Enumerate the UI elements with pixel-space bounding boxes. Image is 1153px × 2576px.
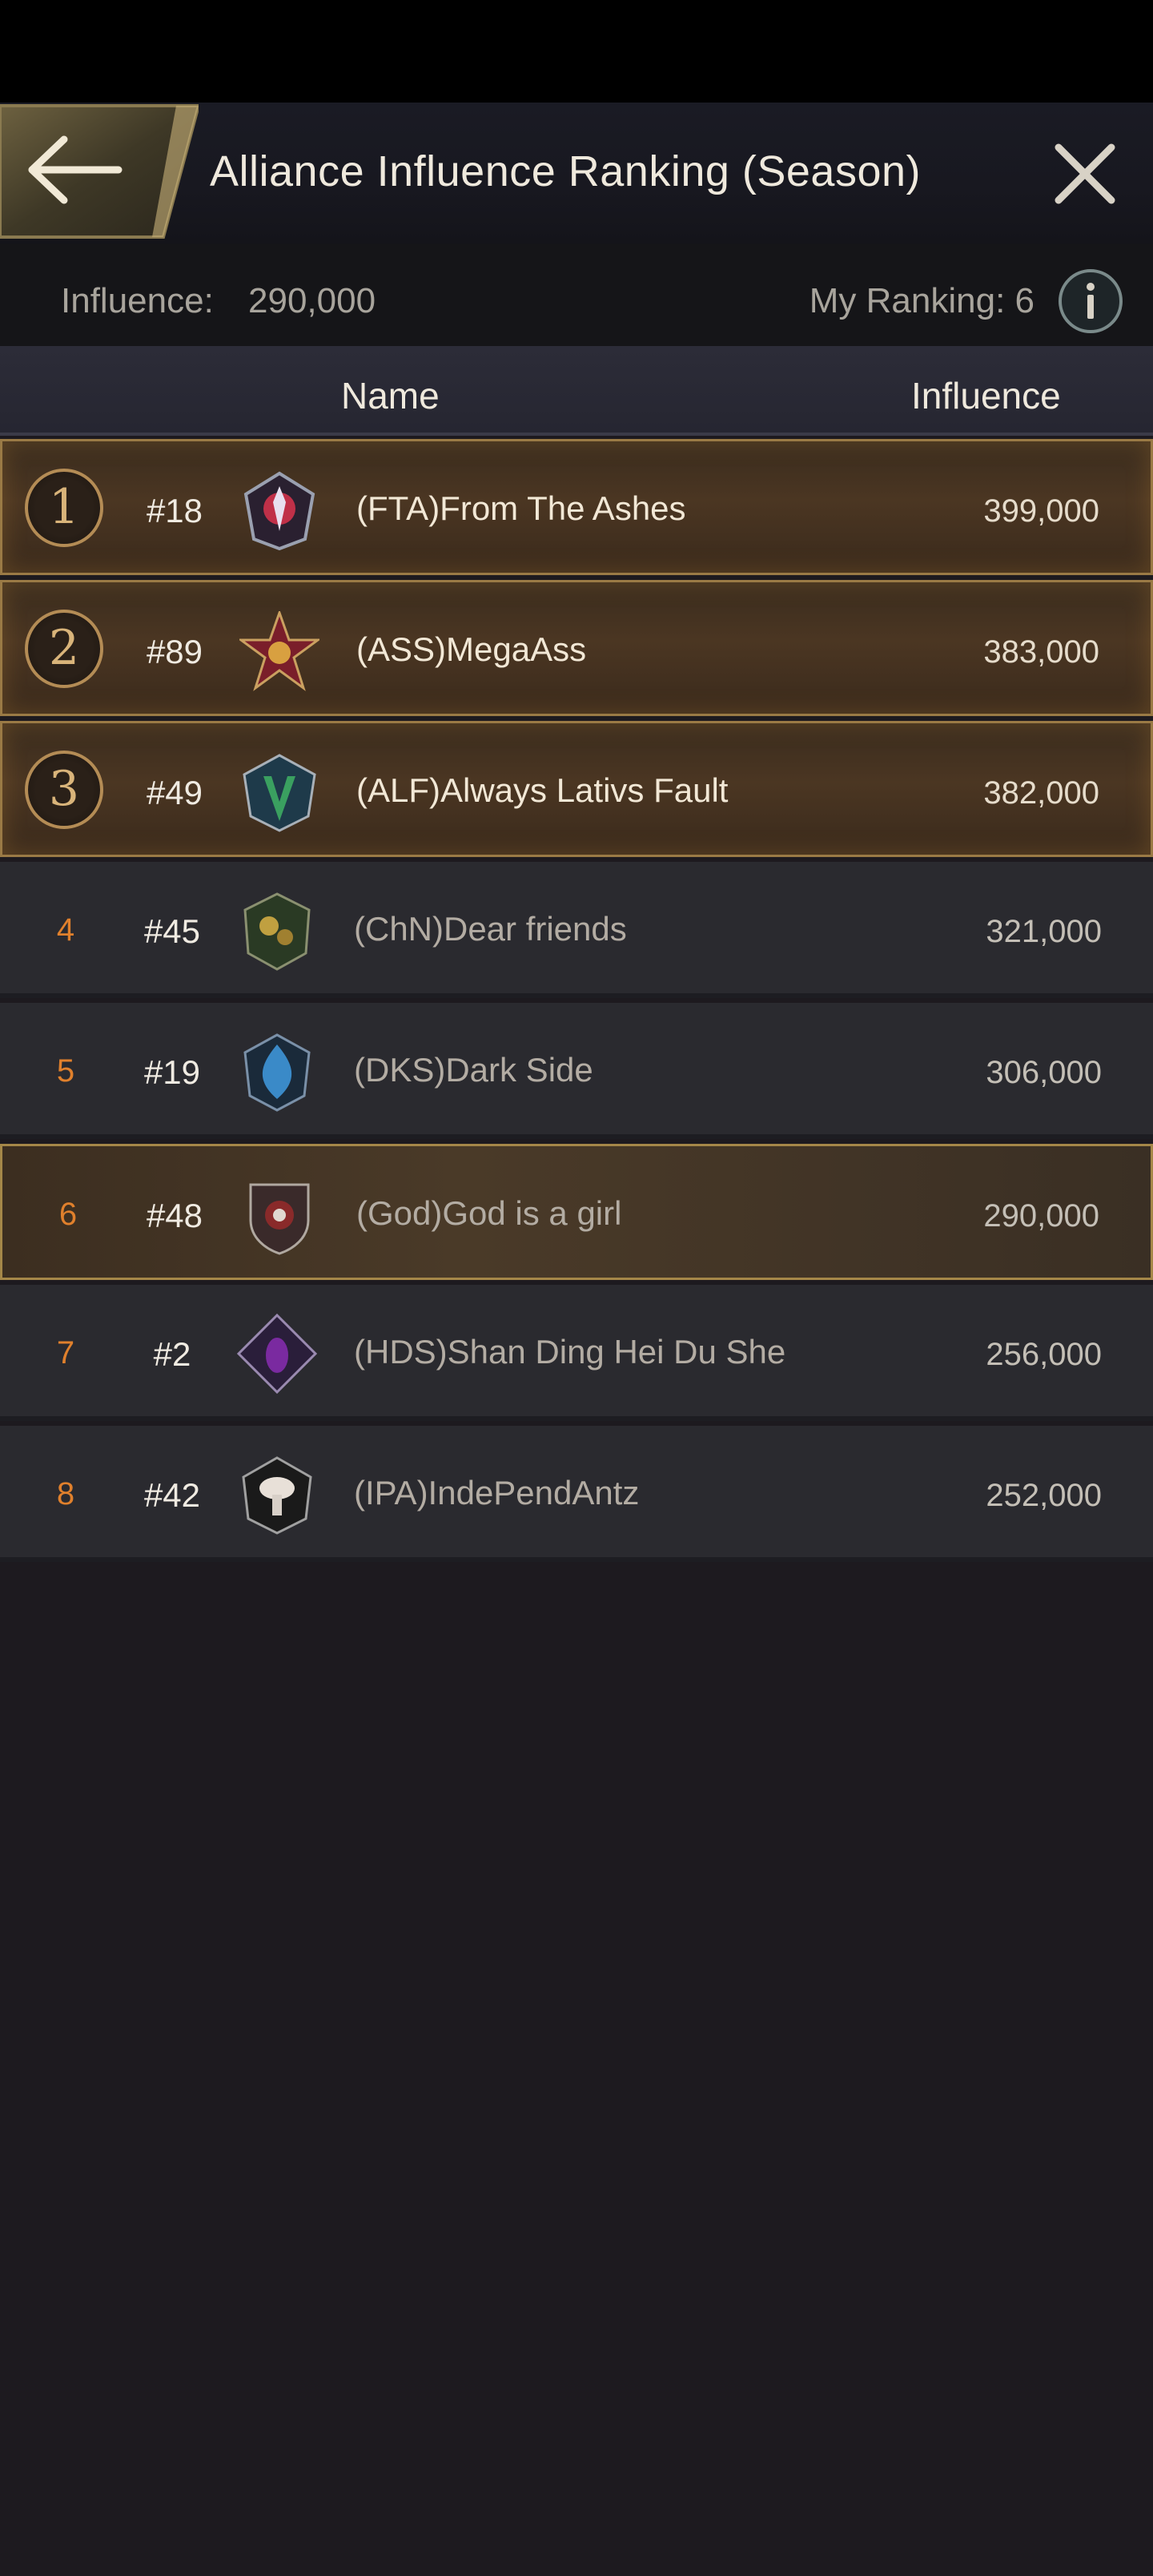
server-number: #45 [143,912,201,950]
column-header-name: Name [341,375,440,417]
alliance-crest-icon [237,1314,317,1394]
rank-number: 7 [56,1335,75,1371]
server-number: #42 [143,1476,201,1514]
table-header: Name Influence [0,346,1153,436]
table-row[interactable]: 4 #45 (ChN)Dear friends 321,000 [0,862,1153,998]
info-row: Influence: 290,000 My Ranking: 6 [0,244,1153,346]
influence-value: 290,000 [248,281,376,320]
influence-label: Influence: [61,281,214,320]
close-icon [1055,143,1115,204]
alliance-crest-icon [243,754,316,832]
alliance-crest-icon [243,1033,311,1112]
influence-value: 383,000 [983,634,1099,670]
server-number: #18 [146,492,203,529]
alliance-crest-icon [239,611,319,691]
alliance-name: (DKS)Dark Side [354,1051,593,1089]
rank-number: 4 [56,912,75,948]
title-bar: Alliance Influence Ranking (Season) [0,103,1153,246]
alliance-crest-icon [243,471,315,550]
server-number: #49 [146,774,203,811]
page-title: Alliance Influence Ranking (Season) [210,147,922,195]
influence-value: 382,000 [983,775,1099,811]
alliance-crest-icon [243,892,311,971]
rank-number: 5 [56,1053,75,1089]
table-row[interactable]: 7 #2 (HDS)Shan Ding Hei Du She 256,000 [0,1285,1153,1421]
table-row[interactable]: 8 #42 (IPA)IndePendAntz 252,000 [0,1426,1153,1562]
alliance-name: (ChN)Dear friends [354,910,627,948]
rank-medal: 2 [25,610,103,688]
rank-medal: 3 [25,751,103,829]
alliance-name: (God)God is a girl [356,1194,622,1232]
rank-number: 8 [56,1476,75,1511]
alliance-name: (IPA)IndePendAntz [354,1474,640,1511]
rank-number: 6 [58,1197,78,1232]
server-number: #48 [146,1197,203,1234]
list-empty-area [0,1570,1153,2576]
column-header-influence: Influence [911,375,1061,417]
alliance-name: (ASS)MegaAss [356,630,587,668]
info-icon [1059,269,1123,333]
table-row-my-alliance[interactable]: 6 #48 (God)God is a girl 290,000 [0,1144,1153,1280]
arrow-left-icon [0,104,199,239]
alliance-crest-icon [249,1183,310,1255]
influence-value: 321,000 [986,914,1102,949]
influence-value: 256,000 [986,1337,1102,1372]
alliance-name: (ALF)Always Lativs Fault [356,771,729,809]
close-button[interactable] [1049,138,1121,210]
status-bar [0,0,1153,103]
server-number: #2 [153,1335,191,1373]
alliance-name: (FTA)From The Ashes [356,489,686,527]
server-number: #89 [146,633,203,670]
alliance-name: (HDS)Shan Ding Hei Du She [354,1333,786,1371]
influence-value: 252,000 [986,1478,1102,1513]
table-row[interactable]: 1 #18 (FTA)From The Ashes 399,000 [0,439,1153,575]
table-row[interactable]: 5 #19 (DKS)Dark Side 306,000 [0,1003,1153,1139]
back-button[interactable] [0,103,199,240]
influence-value: 290,000 [983,1198,1099,1234]
table-row[interactable]: 3 #49 (ALF)Always Lativs Fault 382,000 [0,721,1153,857]
influence-value: 306,000 [986,1055,1102,1090]
table-row[interactable]: 2 #89 (ASS)MegaAss 383,000 [0,580,1153,716]
server-number: #19 [143,1053,201,1091]
rank-medal: 1 [25,469,103,547]
influence-value: 399,000 [983,493,1099,529]
alliance-crest-icon [242,1456,312,1535]
my-ranking: My Ranking: 6 [809,281,1034,320]
info-button[interactable] [1057,268,1124,335]
